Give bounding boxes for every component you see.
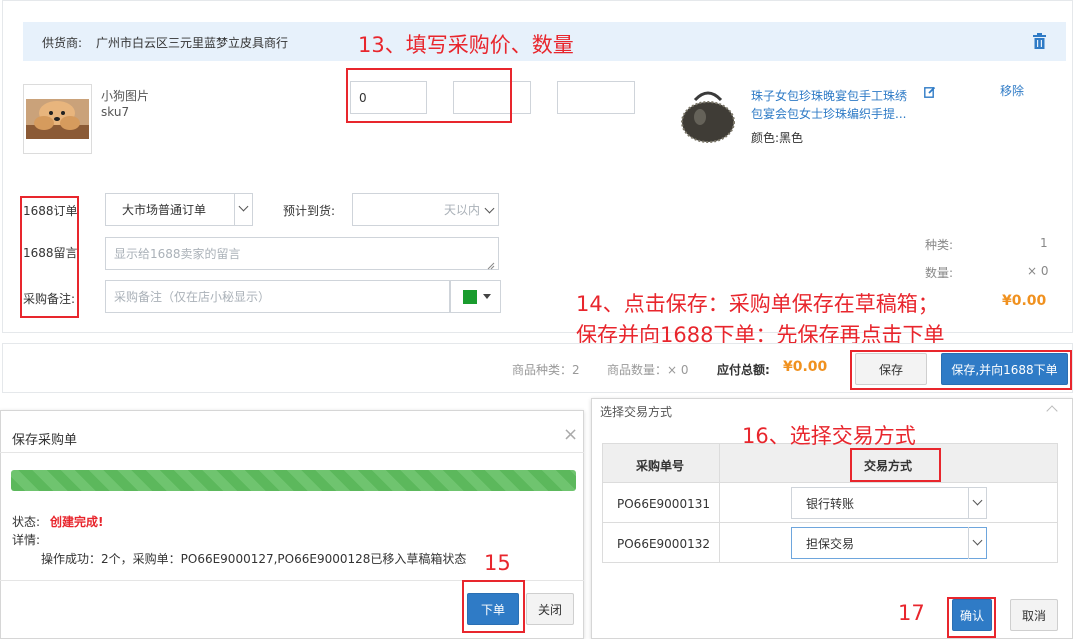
product-color: 颜色:黑色: [751, 131, 804, 145]
flag-color-swatch: [463, 289, 477, 304]
row2-trade-method-select[interactable]: 担保交易: [791, 527, 987, 559]
item-thumbnail: [23, 84, 92, 154]
summary-kinds-value: 1: [1040, 236, 1048, 250]
save-dialog-divider: [0, 452, 584, 453]
detail-label: 详情:: [12, 533, 41, 547]
row1-trade-method-select[interactable]: 银行转账: [791, 487, 987, 519]
product-title-line1[interactable]: 珠子女包珍珠晚宴包手工珠绣: [751, 87, 907, 104]
trade-table-col-divider: [719, 444, 720, 562]
footer-payable-value: ¥0.00: [783, 359, 828, 375]
close-dialog-button[interactable]: 关闭: [526, 593, 574, 625]
message-textarea[interactable]: 显示给1688卖家的留言: [105, 237, 499, 270]
summary-total-value: ¥0.00: [1002, 293, 1047, 309]
row1-trade-method-value: 银行转账: [806, 496, 855, 511]
item-sku: sku7: [101, 105, 130, 119]
arrival-days-value: 天以内: [443, 203, 480, 217]
trade-dialog-title: 选择交易方式: [600, 405, 673, 419]
flag-color-picker[interactable]: [450, 280, 501, 313]
summary-kinds-label: 种类:: [925, 238, 954, 252]
remark-placeholder: 采购备注（仅在店小秘显示）: [114, 290, 271, 304]
trade-table-row-divider: [603, 522, 1057, 523]
footer-qty: 商品数量：× 0: [607, 363, 689, 377]
col-order-no: 采购单号: [636, 459, 685, 473]
progress-fill: [11, 470, 576, 491]
order-type-select[interactable]: 大市场普通订单: [105, 193, 253, 226]
item-image-title: 小狗图片: [101, 89, 150, 103]
trash-icon[interactable]: [1033, 33, 1046, 49]
supplier-name: 广州市白云区三元里蓝梦立皮具商行: [96, 36, 289, 50]
edit-icon[interactable]: [924, 86, 936, 98]
product-image: [675, 84, 741, 150]
annotation-step16: 16、选择交易方式: [742, 424, 916, 448]
status-label: 状态:: [12, 515, 41, 529]
annotation-box-trade-column: [850, 448, 941, 482]
arrival-label: 预计到货:: [283, 204, 336, 218]
annotation-step17: 17: [898, 601, 925, 625]
remark-input[interactable]: 采购备注（仅在店小秘显示）: [105, 280, 450, 313]
supplier-label: 供货商:: [42, 36, 83, 50]
arrival-days-select[interactable]: 天以内: [352, 193, 499, 226]
summary-qty-value: × 0: [1027, 264, 1049, 278]
cancel-button[interactable]: 取消: [1010, 599, 1058, 631]
caret-down-icon: [483, 294, 491, 299]
summary-qty-label: 数量:: [925, 266, 954, 280]
annotation-box-price-qty: [346, 68, 512, 123]
save-dialog-title: 保存采购单: [12, 433, 78, 448]
footer-kinds: 商品种类：2: [512, 363, 580, 377]
row1-order-no: PO66E9000131: [617, 497, 710, 511]
product-title-line2[interactable]: 包宴会包女士珍珠编织手提...: [751, 105, 906, 122]
row2-trade-method-value: 担保交易: [806, 536, 855, 551]
order-type-value: 大市场普通订单: [122, 203, 207, 217]
annotation-box-order-button: [462, 580, 525, 633]
resize-handle-icon[interactable]: [487, 259, 495, 270]
remove-item-link[interactable]: 移除: [1000, 82, 1024, 99]
annotation-box-save-buttons: [850, 350, 1072, 390]
footer-payable-label: 应付总额:: [717, 363, 770, 377]
progress-track: [11, 470, 576, 491]
annotation-step13: 13、填写采购价、数量: [358, 33, 574, 57]
annotation-box-confirm-button: [947, 597, 996, 638]
row2-order-no: PO66E9000132: [617, 537, 710, 551]
extra-input[interactable]: [557, 81, 635, 114]
annotation-step15: 15: [484, 551, 511, 575]
annotation-box-form-labels: [20, 196, 79, 318]
status-value: 创建完成!: [50, 515, 104, 529]
annotation-step14-line1: 14、点击保存：采购单保存在草稿箱；: [576, 292, 939, 316]
message-placeholder: 显示给1688卖家的留言: [114, 247, 241, 261]
close-icon[interactable]: ×: [563, 424, 578, 445]
detail-text: 操作成功：2个，采购单：PO66E9000127,PO66E9000128已移入…: [41, 552, 467, 566]
